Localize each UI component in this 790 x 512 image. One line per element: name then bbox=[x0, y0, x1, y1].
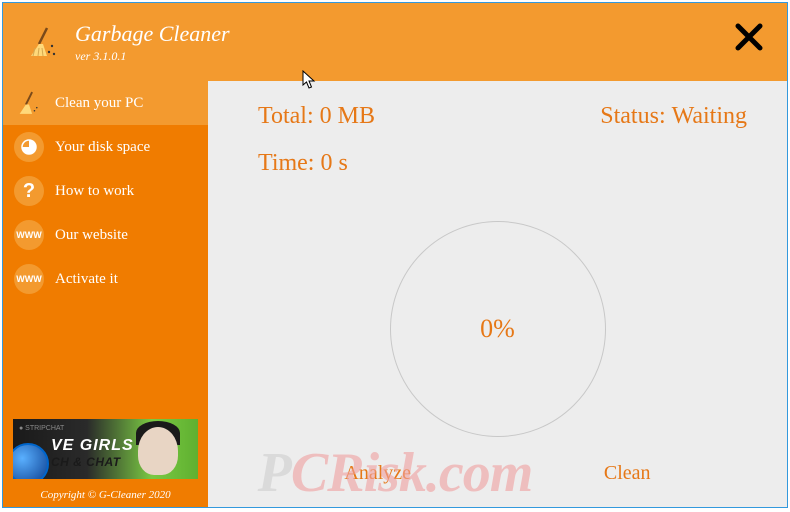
sidebar-item-label: Clean your PC bbox=[55, 95, 143, 112]
sidebar-item-activate[interactable]: WWW Activate it bbox=[3, 257, 208, 301]
ad-text-2: CH & CHAT bbox=[51, 455, 121, 469]
question-icon: ? bbox=[13, 175, 45, 207]
main-panel: Total: 0 MB Status: Waiting Time: 0 s 0%… bbox=[208, 81, 787, 507]
analyze-button[interactable]: Analyze bbox=[344, 462, 411, 485]
sidebar: Clean your PC Your disk space ? How to w… bbox=[3, 81, 208, 507]
broom-logo-icon bbox=[23, 22, 63, 62]
www-icon: WWW bbox=[13, 219, 45, 251]
progress-percent: 0% bbox=[480, 314, 515, 344]
broom-icon bbox=[13, 87, 45, 119]
copyright-text: Copyright © G-Cleaner 2020 bbox=[3, 483, 208, 507]
disk-icon bbox=[13, 131, 45, 163]
sidebar-item-clean[interactable]: Clean your PC bbox=[3, 81, 208, 125]
sidebar-item-howto[interactable]: ? How to work bbox=[3, 169, 208, 213]
total-stat: Total: 0 MB bbox=[258, 103, 375, 130]
www-icon: WWW bbox=[13, 263, 45, 295]
ad-banner[interactable]: ● STRIPCHAT VE GIRLS CH & CHAT bbox=[13, 419, 198, 479]
ad-badge: ● STRIPCHAT bbox=[19, 425, 64, 432]
ad-text-1: VE GIRLS bbox=[51, 437, 134, 455]
sidebar-item-label: Our website bbox=[55, 227, 128, 244]
app-version: ver 3.1.0.1 bbox=[75, 49, 230, 64]
status-stat: Status: Waiting bbox=[600, 103, 747, 130]
close-button[interactable] bbox=[733, 21, 765, 58]
sidebar-item-disk[interactable]: Your disk space bbox=[3, 125, 208, 169]
app-header: Garbage Cleaner ver 3.1.0.1 bbox=[3, 3, 787, 81]
clean-button[interactable]: Clean bbox=[604, 462, 651, 485]
sidebar-item-label: How to work bbox=[55, 183, 134, 200]
sidebar-item-label: Activate it bbox=[55, 271, 118, 288]
ad-blue-circle bbox=[13, 443, 49, 479]
progress-circle: 0% bbox=[390, 221, 606, 437]
time-stat: Time: 0 s bbox=[258, 150, 787, 177]
sidebar-item-label: Your disk space bbox=[55, 139, 150, 156]
app-title: Garbage Cleaner bbox=[75, 21, 230, 47]
close-icon bbox=[733, 21, 765, 53]
sidebar-item-website[interactable]: WWW Our website bbox=[3, 213, 208, 257]
